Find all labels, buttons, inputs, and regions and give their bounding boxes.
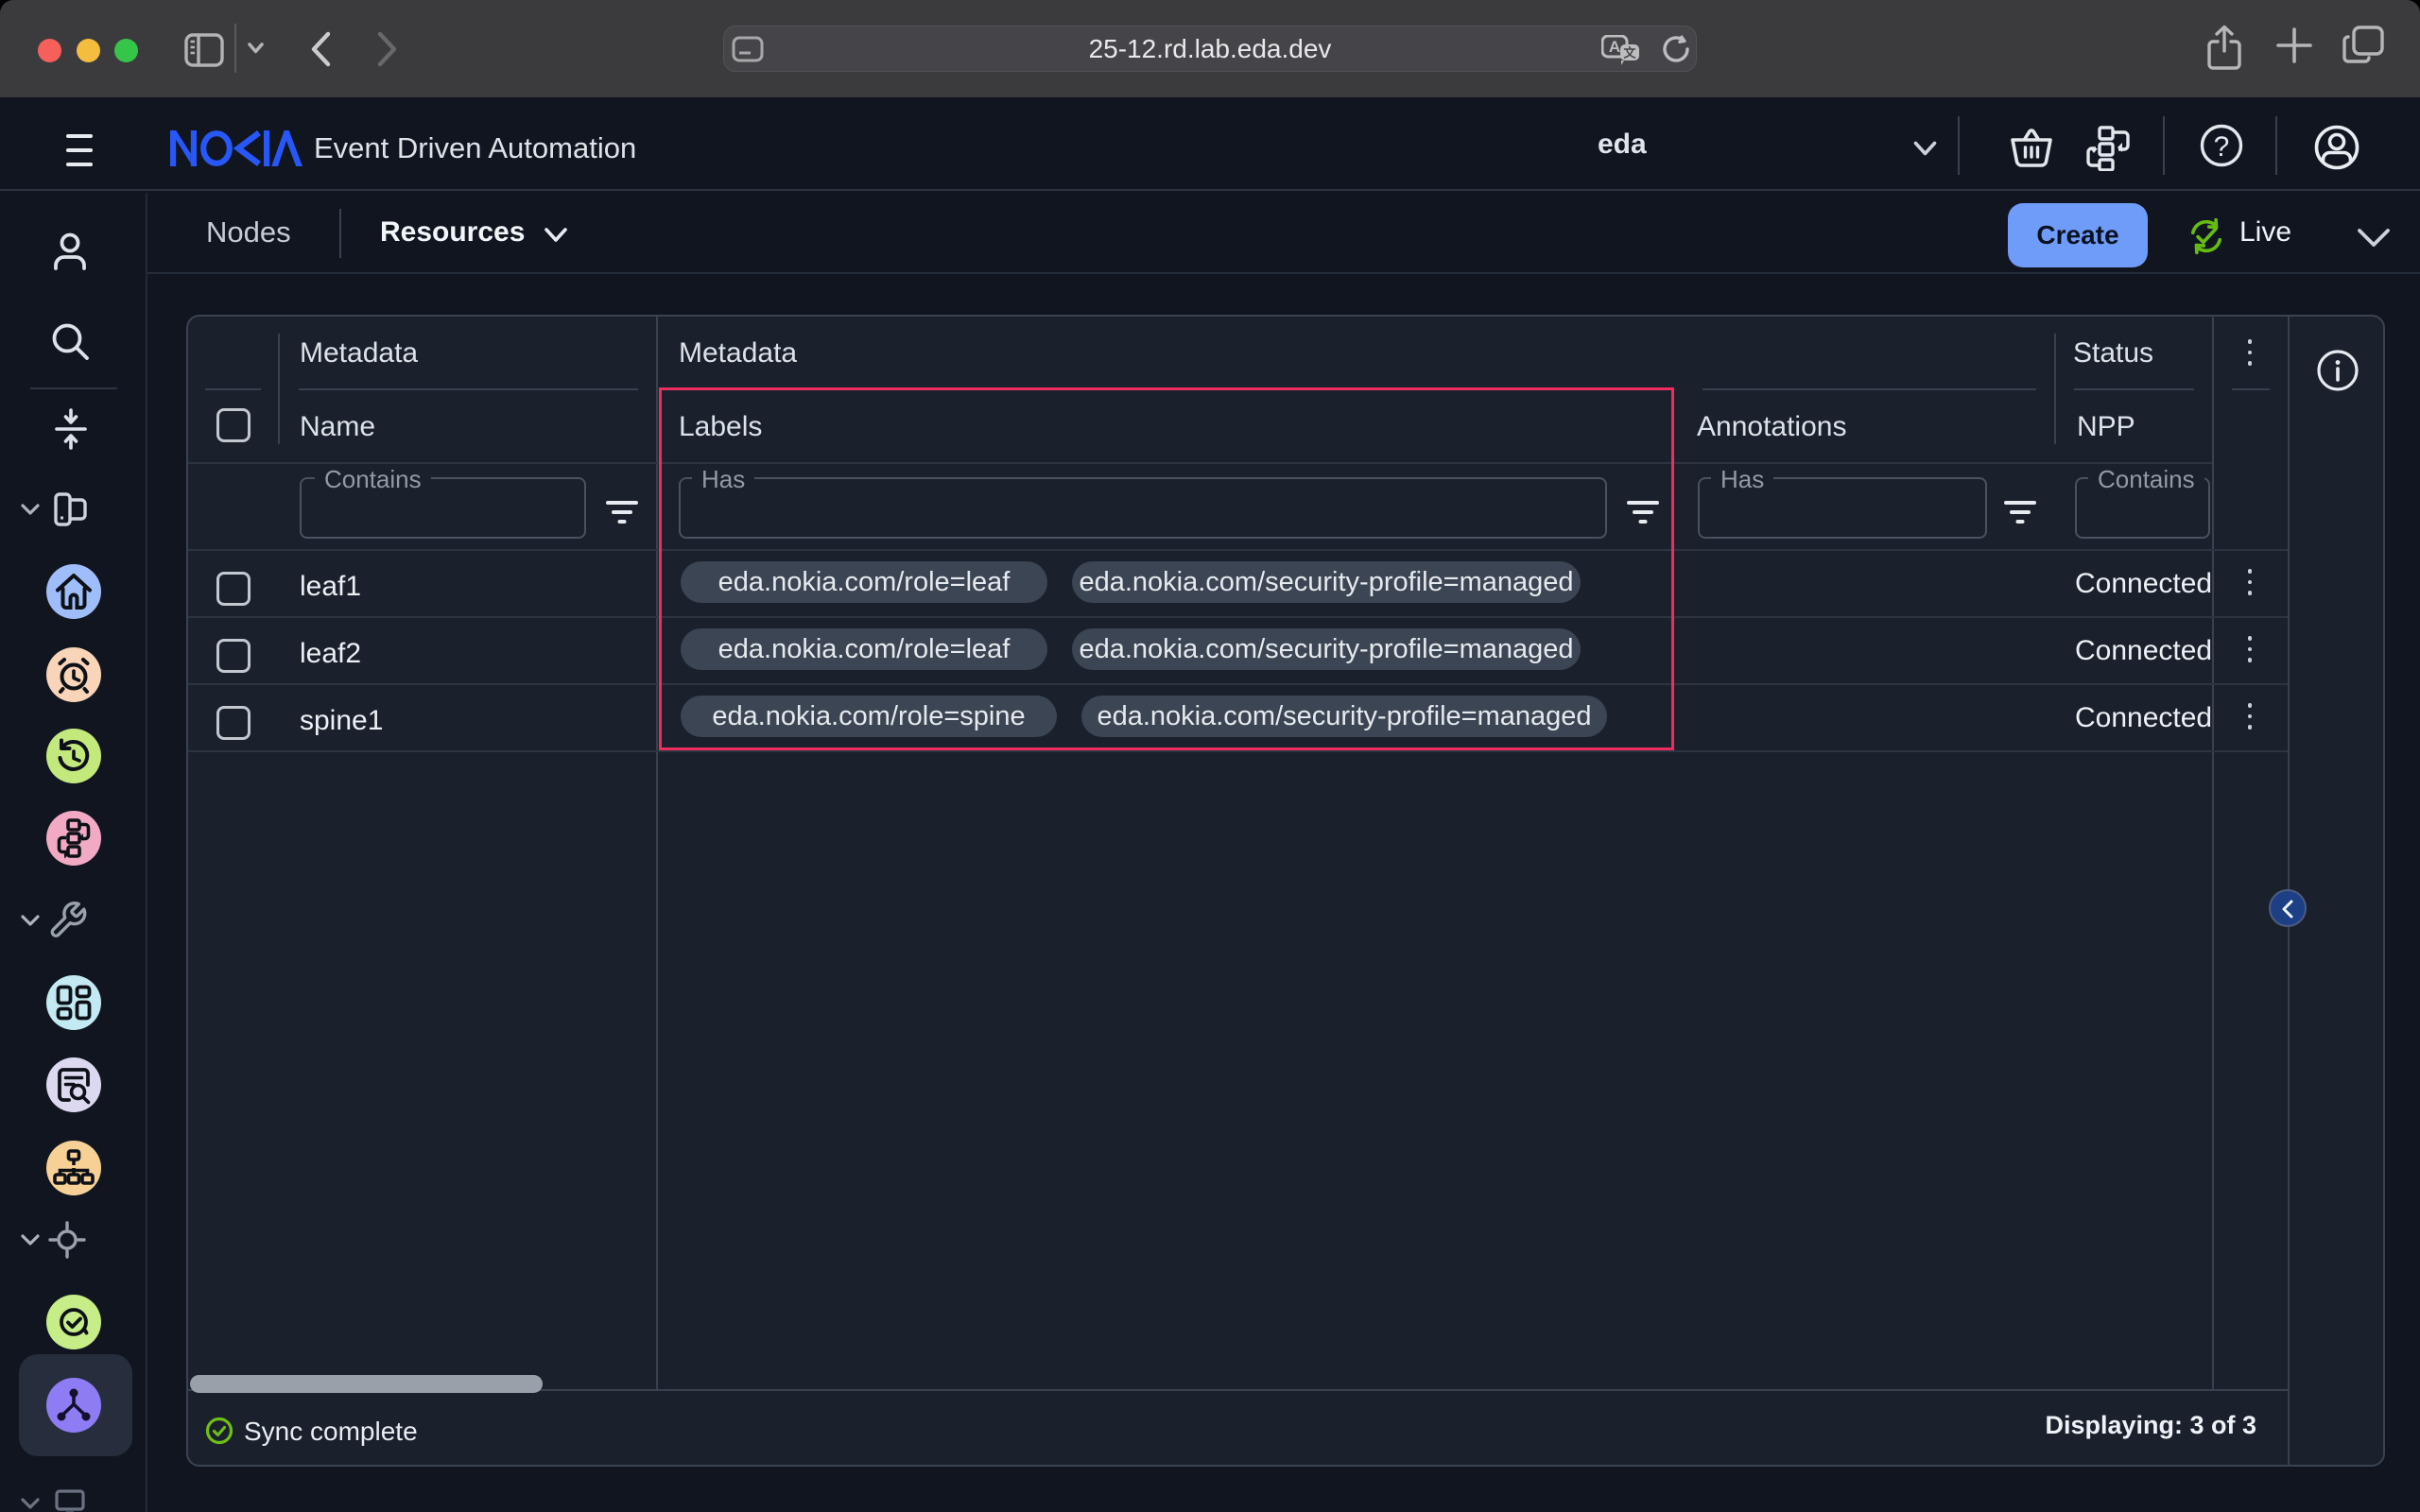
svg-text:A: A xyxy=(1609,38,1620,56)
svg-text:文: 文 xyxy=(1623,46,1636,60)
svg-text:?: ? xyxy=(2214,131,2230,163)
